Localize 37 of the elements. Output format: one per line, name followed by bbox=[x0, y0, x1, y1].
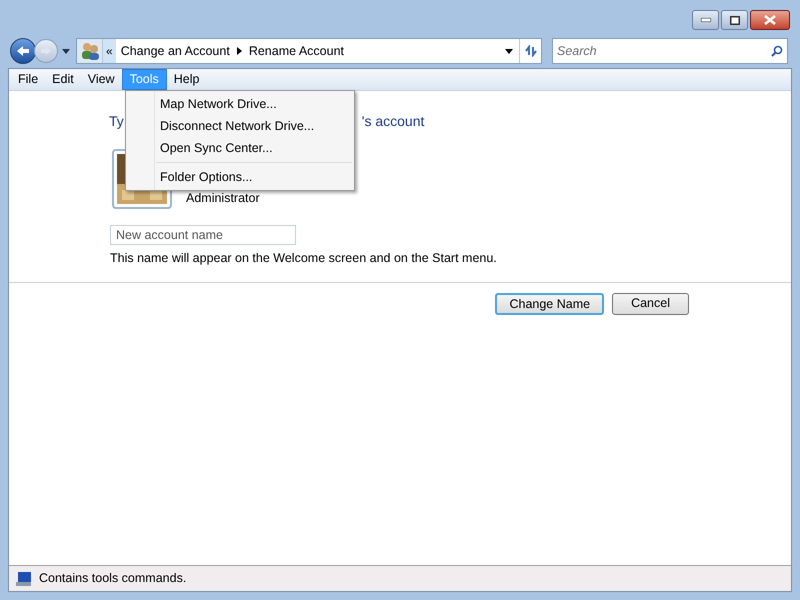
change-name-button[interactable]: Change Name bbox=[495, 292, 604, 315]
menu-option[interactable]: Disconnect Network Drive... bbox=[126, 115, 354, 137]
back-arrow-icon bbox=[16, 45, 30, 57]
menu-option[interactable]: Open Sync Center... bbox=[126, 137, 354, 159]
dropdown-arrow-icon[interactable] bbox=[62, 48, 70, 54]
minimize-icon bbox=[700, 18, 710, 22]
search-field[interactable]: Search bbox=[552, 38, 788, 64]
page-heading: Ty bbox=[109, 112, 124, 131]
status-text: Contains tools commands. bbox=[39, 570, 186, 588]
menu-item[interactable]: Help bbox=[166, 69, 206, 90]
maximize-icon bbox=[730, 16, 740, 24]
hint-text: This name will appear on the Welcome screen and on the Start menu. bbox=[110, 250, 498, 267]
menu-option[interactable]: Map Network Drive... bbox=[126, 93, 354, 115]
account-name-field[interactable]: New account name bbox=[110, 225, 296, 245]
cancel-button[interactable]: Cancel bbox=[612, 292, 689, 315]
account-name: Administrator bbox=[186, 190, 260, 208]
close-button[interactable] bbox=[750, 10, 790, 30]
menu-option[interactable]: Folder Options... bbox=[126, 166, 354, 188]
page-heading: 's account bbox=[362, 112, 424, 131]
back-button[interactable] bbox=[10, 38, 36, 64]
minimize-button[interactable] bbox=[692, 10, 719, 30]
address-bar[interactable]: « Change an Account Rename Account bbox=[76, 38, 542, 64]
menu-item[interactable]: Edit bbox=[45, 69, 81, 90]
menu-item[interactable]: File bbox=[11, 69, 46, 90]
maximize-button[interactable] bbox=[721, 10, 748, 30]
close-icon bbox=[764, 15, 776, 25]
overflow-chevron[interactable]: « bbox=[103, 39, 116, 63]
dropdown-arrow-icon[interactable] bbox=[505, 48, 513, 54]
refresh-icon[interactable] bbox=[524, 45, 538, 57]
menu-item[interactable]: View bbox=[80, 69, 122, 90]
search-icon[interactable] bbox=[771, 45, 783, 57]
breadcrumb[interactable]: Change an Account bbox=[120, 42, 230, 60]
breadcrumb-arrow-icon[interactable] bbox=[236, 47, 242, 55]
forward-arrow-icon bbox=[40, 46, 52, 56]
computer-icon bbox=[15, 570, 33, 586]
breadcrumb[interactable]: Rename Account bbox=[248, 42, 344, 60]
users-icon bbox=[80, 41, 100, 61]
